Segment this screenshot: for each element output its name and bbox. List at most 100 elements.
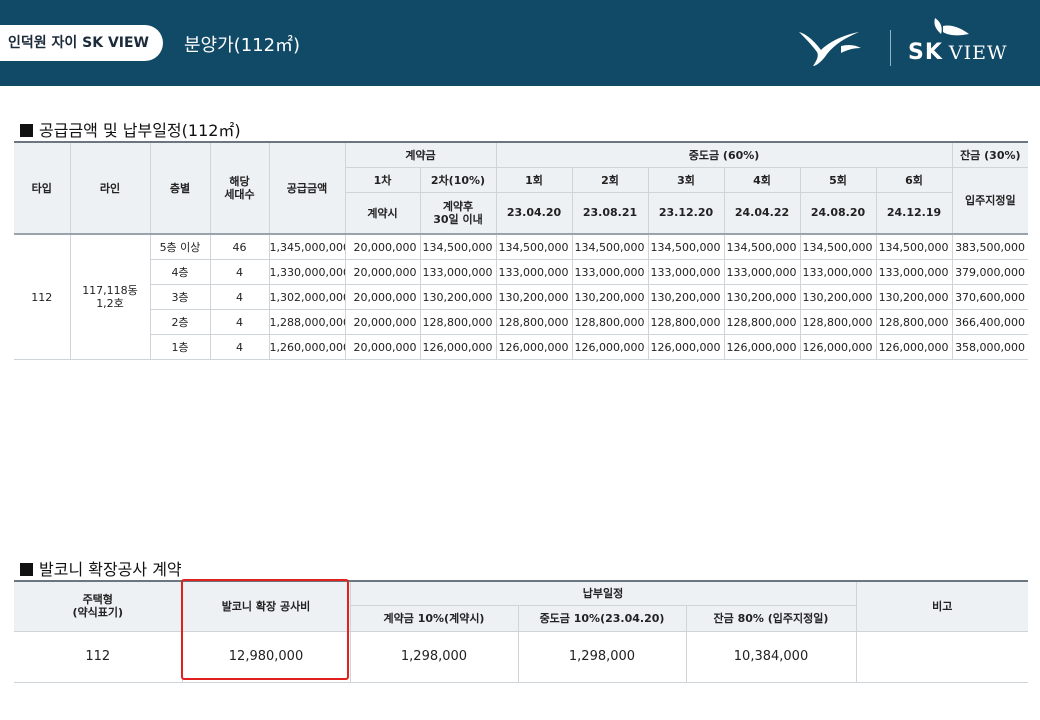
supply-cell: 1,302,000,000 <box>268 284 346 310</box>
units-cell: 4 <box>209 309 270 335</box>
header-balance-date: 입주지정일 <box>951 166 1029 235</box>
interim-1-cell: 128,800,000 <box>495 309 573 335</box>
interim-2-cell: 133,000,000 <box>571 259 649 285</box>
table-row: 1층 4 1,260,000,000 20,000,000 126,000,00… <box>14 334 1029 360</box>
supply-price-table: 타입 라인 층별 해당 세대수 공급금액 계약금 중도금 (60%) 잔금 (3… <box>14 141 1029 360</box>
header-interim-5-date: 24.08.20 <box>799 191 877 235</box>
interim-5-cell: 133,000,000 <box>799 259 877 285</box>
contract-2-cell: 126,000,000 <box>419 334 497 360</box>
header-supply-price: 공급금액 <box>268 141 346 235</box>
header-type: 타입 <box>14 141 71 235</box>
square-bullet-icon <box>20 563 33 576</box>
header-contract-2-timing: 계약후 30일 이내 <box>419 191 497 235</box>
interim-4-cell: 130,200,000 <box>723 284 801 310</box>
contract-1-cell: 20,000,000 <box>344 334 421 360</box>
interim-2-cell: 128,800,000 <box>571 309 649 335</box>
interim-1-cell: 130,200,000 <box>495 284 573 310</box>
supply-cell: 1,345,000,000 <box>268 233 346 260</box>
balcony-contract-title: 발코니 확장공사 계약 <box>20 556 182 580</box>
table-row: 2층 4 1,288,000,000 20,000,000 128,800,00… <box>14 309 1029 335</box>
interim-3-cell: 128,800,000 <box>647 309 725 335</box>
interim-1-cell: 134,500,000 <box>495 233 573 260</box>
interim-2-cell: 134,500,000 <box>571 233 649 260</box>
interim-6-cell: 134,500,000 <box>875 233 953 260</box>
interim-5-cell: 126,000,000 <box>799 334 877 360</box>
interim-3-cell: 130,200,000 <box>647 284 725 310</box>
interim-6-cell: 126,000,000 <box>875 334 953 360</box>
supply-cell: 1,260,000,000 <box>268 334 346 360</box>
interim-1-cell: 126,000,000 <box>495 334 573 360</box>
header-interim-3-date: 23.12.20 <box>647 191 725 235</box>
interim-2-cell: 130,200,000 <box>571 284 649 310</box>
header-contract-1: 1차 <box>345 166 421 193</box>
balance-cell: 366,400,000 <box>951 309 1029 335</box>
header-interim-1: 1회 <box>495 166 573 193</box>
header-bar: 인덕원 자이 SK VIEW 분양가(112㎡) SK VIEW <box>0 0 1040 86</box>
table-row: 4층 4 1,330,000,000 20,000,000 133,000,00… <box>14 259 1029 285</box>
floor-cell: 3층 <box>150 284 211 310</box>
header-interim-2: 2회 <box>571 166 649 193</box>
header-interim-4: 4회 <box>723 166 801 193</box>
supply-cell: 1,330,000,000 <box>268 259 346 285</box>
units-cell: 4 <box>209 259 270 285</box>
contract-2-cell: 128,800,000 <box>419 309 497 335</box>
header-title: 분양가(112㎡) <box>184 35 301 56</box>
header-interim-6-date: 24.12.19 <box>875 191 953 235</box>
header-interim: 중도금 (60%) <box>495 141 953 168</box>
interim-6-cell: 130,200,000 <box>875 284 953 310</box>
floor-cell: 1층 <box>150 334 211 360</box>
type-cell: 112 <box>14 233 71 360</box>
cost-highlight-box <box>181 579 349 680</box>
housing-type-cell: 112 <box>14 630 183 683</box>
balance-cell: 383,500,000 <box>951 233 1029 260</box>
header-contract: 계약금 <box>344 141 497 168</box>
floor-cell: 2층 <box>150 309 211 335</box>
units-cell: 46 <box>209 233 270 260</box>
balance-payment-cell: 10,384,000 <box>685 630 857 683</box>
header-balance-payment: 잔금 80% (입주지정일) <box>685 604 856 632</box>
interim-payment-cell: 1,298,000 <box>517 630 687 683</box>
header-payment-schedule: 납부일정 <box>349 580 857 606</box>
interim-4-cell: 133,000,000 <box>723 259 801 285</box>
header-line: 라인 <box>69 141 151 235</box>
header-interim-1-date: 23.04.20 <box>495 191 573 235</box>
interim-3-cell: 133,000,000 <box>647 259 725 285</box>
note-cell <box>855 630 1028 683</box>
line-cell: 117,118동 1,2호 <box>69 233 151 360</box>
contract-1-cell: 20,000,000 <box>344 284 421 310</box>
project-name-badge: 인덕원 자이 SK VIEW <box>0 25 164 61</box>
interim-4-cell: 126,000,000 <box>723 334 801 360</box>
header-interim-payment: 중도금 10%(23.04.20) <box>517 604 687 632</box>
contract-1-cell: 20,000,000 <box>344 259 421 285</box>
table-row: 3층 4 1,302,000,000 20,000,000 130,200,00… <box>14 284 1029 310</box>
header-floor: 층별 <box>149 141 211 235</box>
contract-2-cell: 130,200,000 <box>419 284 497 310</box>
header-interim-3: 3회 <box>647 166 725 193</box>
header-housing-type: 주택형 (약식표기) <box>14 580 183 632</box>
interim-1-cell: 133,000,000 <box>495 259 573 285</box>
header-contract-2: 2차(10%) <box>419 166 497 193</box>
balance-cell: 370,600,000 <box>951 284 1029 310</box>
floor-cell: 4층 <box>150 259 211 285</box>
xi-bird-logo-icon <box>799 32 861 66</box>
interim-3-cell: 126,000,000 <box>647 334 725 360</box>
contract-1-cell: 20,000,000 <box>344 233 421 260</box>
header-note: 비고 <box>855 580 1028 632</box>
header-interim-4-date: 24.04.22 <box>723 191 801 235</box>
header-interim-2-date: 23.08.21 <box>571 191 649 235</box>
interim-5-cell: 134,500,000 <box>799 233 877 260</box>
interim-6-cell: 133,000,000 <box>875 259 953 285</box>
interim-4-cell: 134,500,000 <box>723 233 801 260</box>
interim-4-cell: 128,800,000 <box>723 309 801 335</box>
units-cell: 4 <box>209 284 270 310</box>
balcony-table: 주택형 (약식표기) 발코니 확장 공사비 납부일정 비고 계약금 10%(계약… <box>14 580 1028 683</box>
header-units: 해당 세대수 <box>209 141 270 235</box>
supply-schedule-title: 공급금액 및 납부일정(112㎡) <box>20 117 241 141</box>
contract-1-cell: 20,000,000 <box>344 309 421 335</box>
interim-3-cell: 134,500,000 <box>647 233 725 260</box>
table-row: 112 117,118동 1,2호 5층 이상 46 1,345,000,000… <box>14 233 1029 360</box>
supply-cell: 1,288,000,000 <box>268 309 346 335</box>
units-cell: 4 <box>209 334 270 360</box>
floor-cell: 5층 이상 <box>149 233 211 260</box>
header-interim-5: 5회 <box>799 166 877 193</box>
